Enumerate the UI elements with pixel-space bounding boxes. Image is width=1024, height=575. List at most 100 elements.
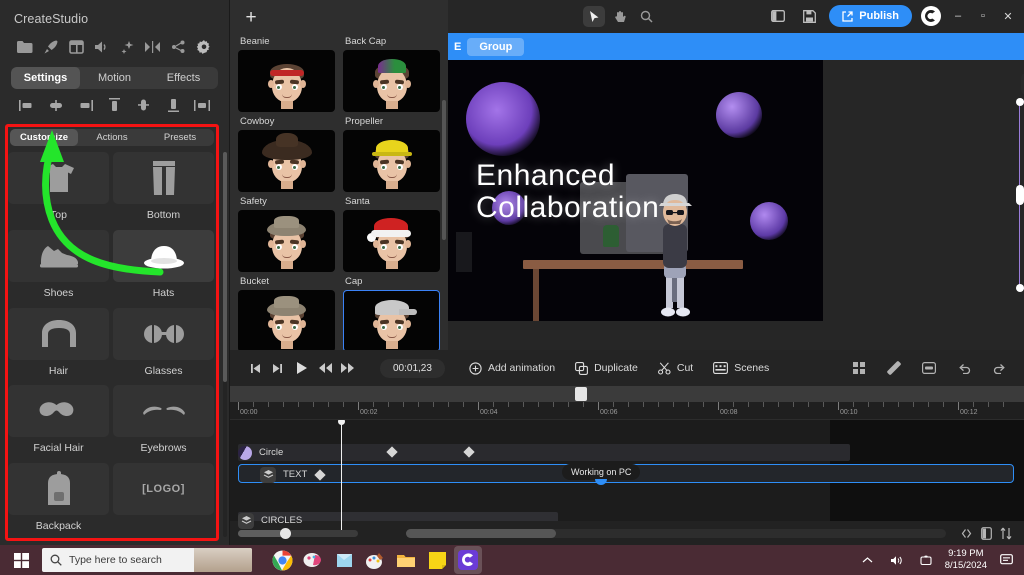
asset-thumbnail[interactable] [238,210,335,272]
add-animation-button[interactable]: Add animation [469,361,555,375]
ruler-icon[interactable] [883,358,905,378]
eyebrows-tile[interactable] [113,385,214,438]
tab-motion[interactable]: Motion [80,67,149,89]
category-hair[interactable]: Hair [8,307,109,382]
logo-tile[interactable]: [LOGO] [113,463,214,516]
asset-thumbnail[interactable] [343,210,440,272]
grid-icon[interactable] [848,358,870,378]
duplicate-button[interactable]: Duplicate [575,361,638,375]
zoom-slider[interactable] [238,527,358,539]
timeline-ruler[interactable]: 00:00 00:02 00:04 00:06 00:08 00:10 00:1… [230,402,1024,420]
left-panel-scrollbar[interactable] [223,152,227,537]
scrub-handle[interactable] [575,387,587,401]
resize-handle-bl[interactable] [1016,284,1024,292]
category-facial-hair[interactable]: Facial Hair [8,385,109,459]
asset-item[interactable]: Cowboy [238,112,335,192]
volume-icon[interactable] [887,551,907,569]
folder-icon[interactable] [16,38,34,56]
track-row[interactable]: Circle [230,442,1024,463]
taskbar-search-input[interactable]: Type here to search [42,548,252,572]
category-hats[interactable]: Hats [113,229,214,304]
track-header[interactable]: CIRCLES [238,510,302,530]
canvas-title-text[interactable]: Enhanced Collaboration [476,160,776,224]
asset-thumbnail[interactable] [343,130,440,192]
asset-thumbnail[interactable] [343,290,440,350]
asset-thumbnail[interactable] [238,50,335,112]
asset-item[interactable]: Propeller [343,112,440,192]
asset-panel-scrollbar[interactable] [442,100,446,240]
volume-icon[interactable] [93,38,111,56]
align-top-icon[interactable] [106,98,122,112]
track-header[interactable]: Circle [238,442,283,463]
fast-forward-icon[interactable] [336,358,358,378]
asset-item[interactable]: Back Cap [343,32,440,112]
asset-item[interactable]: Beanie [238,32,335,112]
category-shoes[interactable]: Shoes [8,229,109,304]
skip-end-icon[interactable] [266,358,288,378]
start-button[interactable] [0,545,42,575]
preview-canvas[interactable]: Enhanced Collaboration [448,60,823,321]
align-bottom-icon[interactable] [165,98,181,112]
timeline-horizontal-scrollbar[interactable] [406,528,946,538]
tab-presets[interactable]: Presets [146,129,214,146]
gear-icon[interactable] [195,38,213,56]
split-view-icon[interactable] [976,524,996,542]
asset-item-selected[interactable]: Cap [343,272,440,350]
category-glasses[interactable]: Glasses [113,307,214,382]
tab-effects[interactable]: Effects [149,67,218,89]
paint3d-icon[interactable] [299,546,327,574]
category-bottom[interactable]: Bottom [113,152,214,226]
asset-item[interactable]: Santa [343,192,440,272]
asset-thumbnail[interactable] [238,130,335,192]
moustache-tile[interactable] [8,385,109,438]
category-logo[interactable]: [LOGO] [113,463,214,537]
undo-icon[interactable] [953,358,975,378]
share-icon[interactable] [169,38,187,56]
asset-thumbnail[interactable] [343,50,440,112]
notification-icon[interactable] [996,551,1016,569]
playhead[interactable] [338,420,345,530]
layout-icon[interactable] [67,38,85,56]
tab-customize[interactable]: Customize [10,129,78,146]
track-clip[interactable] [238,444,850,461]
tab-actions[interactable]: Actions [78,129,146,146]
track-row-selected[interactable] [230,486,1024,509]
hair-tile[interactable] [8,307,109,360]
glasses-tile[interactable] [113,307,214,360]
time-readout[interactable]: 00:01,23 [380,358,445,378]
resize-handle-tl[interactable] [1016,98,1024,106]
scenes-button[interactable]: Scenes [713,362,769,374]
category-eyebrows[interactable]: Eyebrows [113,385,214,459]
shoe-tile[interactable] [8,229,109,282]
category-top[interactable]: Top [8,152,109,226]
tshirt-tile[interactable] [8,152,109,204]
hat-tile[interactable] [113,229,214,282]
sort-icon[interactable] [996,524,1016,542]
asset-item[interactable]: Bucket [238,272,335,350]
distribute-icon[interactable] [194,98,211,112]
rewind-icon[interactable] [314,358,336,378]
align-center-h-icon[interactable] [48,98,64,112]
sticky-icon[interactable] [330,546,358,574]
cut-button[interactable]: Cut [657,361,693,375]
redo-icon[interactable] [988,358,1010,378]
pants-tile[interactable] [113,152,214,204]
scrub-lane[interactable] [230,386,1024,402]
align-right-icon[interactable] [77,98,94,112]
rocket-icon[interactable] [42,38,60,56]
clock[interactable]: 9:19 PM 8/15/2024 [945,548,987,572]
asset-thumbnail[interactable] [238,290,335,350]
createstudio-icon[interactable] [454,546,482,574]
asset-item[interactable]: Safety [238,192,335,272]
onedrive-icon[interactable] [916,551,936,569]
selection-bounding-box[interactable] [1016,98,1024,292]
align-middle-v-icon[interactable] [136,98,152,112]
chrome-icon[interactable] [268,546,296,574]
paint-icon[interactable] [361,546,389,574]
caption-icon[interactable] [918,358,940,378]
flip-icon[interactable] [144,38,162,56]
sparkle-icon[interactable] [118,38,136,56]
resize-handle-left[interactable] [1016,185,1024,205]
explorer-icon[interactable] [392,546,420,574]
skip-start-icon[interactable] [244,358,266,378]
